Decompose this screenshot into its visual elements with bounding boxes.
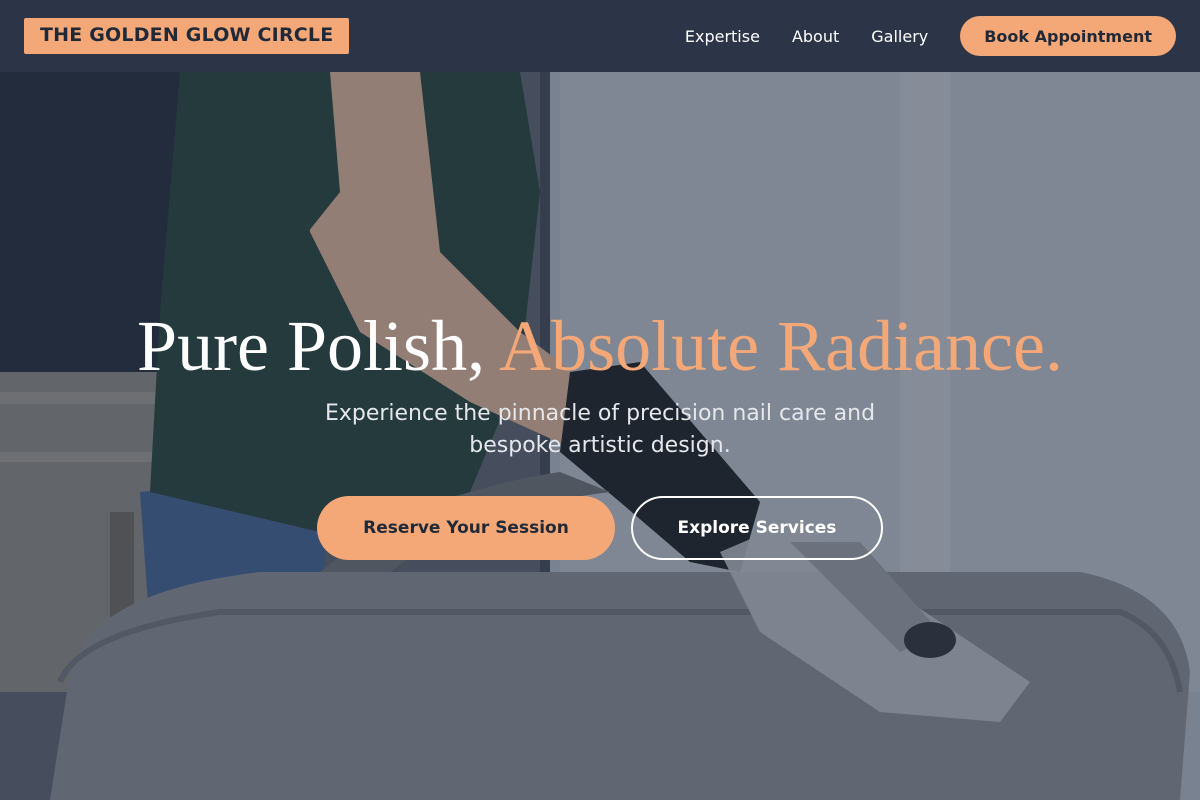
nav-link-about[interactable]: About xyxy=(792,27,839,46)
hero-actions: Reserve Your Session Explore Services xyxy=(0,496,1200,560)
nav-link-expertise[interactable]: Expertise xyxy=(685,27,760,46)
hero-subtitle: Experience the pinnacle of precision nai… xyxy=(324,401,876,458)
hero-section: Pure Polish, Absolute Radiance. Experien… xyxy=(0,72,1200,800)
page: THE GOLDEN GLOW CIRCLE Expertise About G… xyxy=(0,0,1200,800)
explore-services-button[interactable]: Explore Services xyxy=(631,496,883,560)
book-appointment-button[interactable]: Book Appointment xyxy=(960,16,1176,56)
hero-title-plain: Pure Polish, xyxy=(137,306,486,386)
navbar: THE GOLDEN GLOW CIRCLE Expertise About G… xyxy=(0,0,1200,72)
nav-menu: Expertise About Gallery Book Appointment xyxy=(685,16,1176,56)
reserve-session-button[interactable]: Reserve Your Session xyxy=(317,496,615,560)
hero-title: Pure Polish, Absolute Radiance. xyxy=(0,308,1200,384)
nav-link-gallery[interactable]: Gallery xyxy=(871,27,928,46)
brand-logo[interactable]: THE GOLDEN GLOW CIRCLE xyxy=(24,18,350,54)
hero-content: Pure Polish, Absolute Radiance. Experien… xyxy=(0,308,1200,560)
hero-title-accent: Absolute Radiance. xyxy=(499,306,1063,386)
